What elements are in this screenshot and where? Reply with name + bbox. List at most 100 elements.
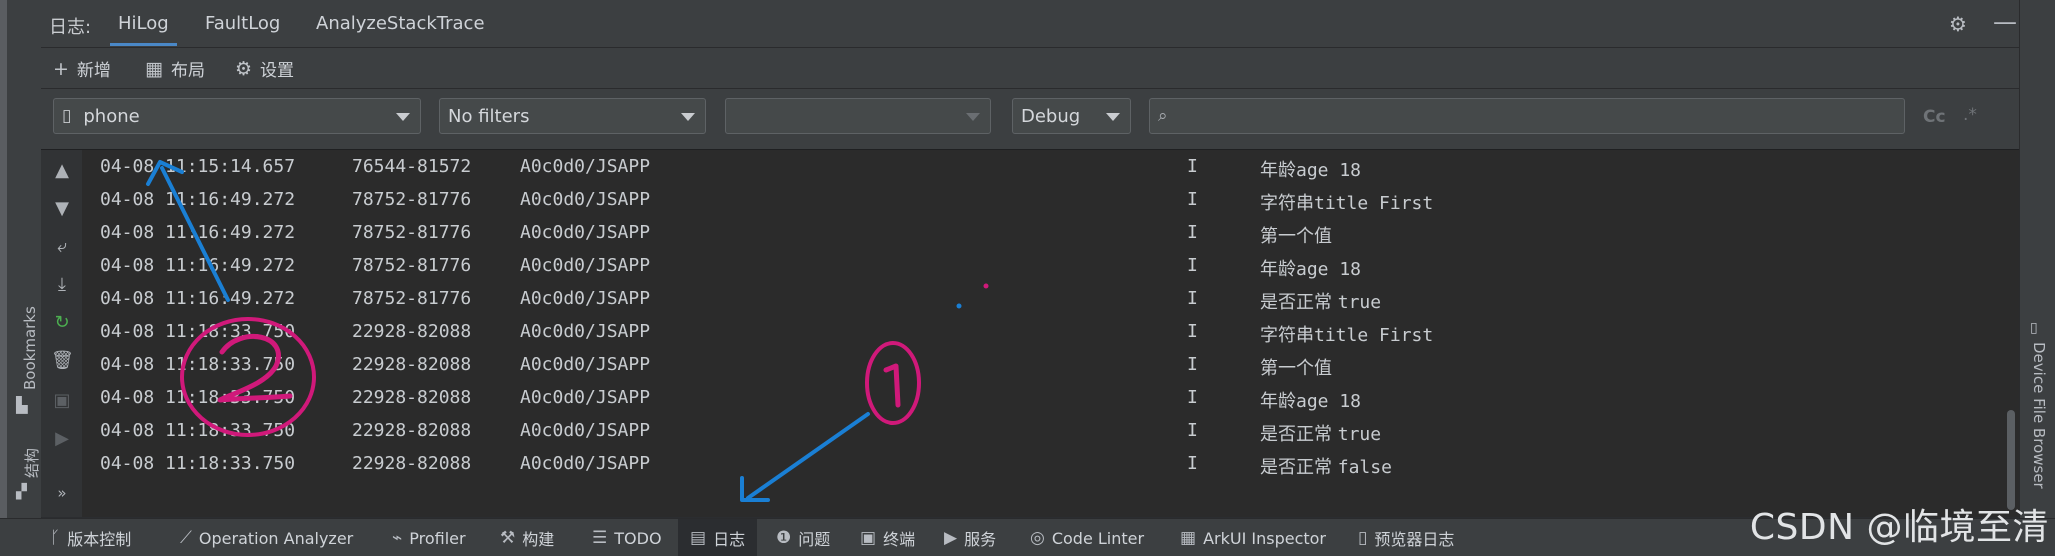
plus-icon: + — [53, 57, 69, 80]
log-line-time: 04-08 11:18:33.750 — [100, 420, 296, 441]
layout-button[interactable]: ▦ 布局 — [145, 56, 205, 82]
hammer-icon: ⚒ — [500, 528, 516, 548]
chevron-down-icon — [681, 113, 695, 121]
log-line-message: 是否正常 false — [1260, 453, 1392, 479]
log-line-time: 04-08 11:18:33.750 — [100, 321, 296, 342]
minimize-icon[interactable]: — — [1993, 8, 2017, 36]
device-icon: ▯ — [2030, 320, 2038, 336]
log-line-message-value: age 18 — [1296, 259, 1362, 280]
tab-analyze-stack-trace[interactable]: AnalyzeStackTrace — [316, 13, 485, 34]
log-line[interactable]: 04-08 11:18:33.750 22928-82088 A0c0d0/JSAP… — [100, 387, 1500, 420]
log-line-tag: A0c0d0/JSAPP — [520, 156, 651, 177]
tab-faultlog[interactable]: FaultLog — [205, 13, 280, 34]
match-case-toggle[interactable]: Cc — [1923, 107, 1946, 127]
log-line-tag: A0c0d0/JSAPP — [520, 387, 651, 408]
log-line-message-value: true — [1337, 424, 1382, 445]
left-side-toolbar: Bookmarks ▙ 结构 ▞ — [7, 0, 42, 518]
log-line-message-text: 年龄 — [1260, 259, 1296, 280]
bottom-tab-7[interactable]: ▣ 终端 — [860, 519, 915, 556]
warning-icon: ❶ — [776, 528, 792, 548]
tab-hilog[interactable]: HiLog — [110, 13, 177, 46]
device-file-browser-toggle[interactable]: Device File Browser — [2030, 342, 2048, 489]
log-line-message-value: title First — [1314, 193, 1434, 214]
regex-toggle[interactable]: .* — [1963, 105, 1977, 125]
settings-button[interactable]: ⚙ 设置 — [235, 56, 294, 82]
log-line-level: I — [1187, 387, 1198, 408]
soft-wrap-icon[interactable]: ⤶ — [51, 236, 73, 257]
bottom-tab-label: 预览器日志 — [1374, 530, 1455, 549]
log-line[interactable]: 04-08 11:15:14.657 76544-81572 A0c0d0/JSAP… — [100, 156, 1500, 189]
log-line-tag: A0c0d0/JSAPP — [520, 420, 651, 441]
record-video-icon[interactable]: ▶ — [51, 428, 73, 449]
bottom-tab-4[interactable]: ☰ TODO — [592, 519, 662, 556]
bottom-tab-label: Profiler — [409, 528, 466, 548]
chevron-down-icon — [1106, 113, 1120, 121]
log-line[interactable]: 04-08 11:16:49.272 78752-81776 A0c0d0/JSAP… — [100, 189, 1500, 222]
add-button[interactable]: + 新增 — [53, 56, 111, 82]
log-line[interactable]: 04-08 11:16:49.272 78752-81776 A0c0d0/JSAP… — [100, 288, 1500, 321]
bottom-tab-10[interactable]: ▦ ArkUI Inspector — [1180, 519, 1326, 556]
log-line-time: 04-08 11:18:33.750 — [100, 453, 296, 474]
log-line-message: 年龄age 18 — [1260, 156, 1361, 182]
log-line-time: 04-08 11:18:33.750 — [100, 354, 296, 375]
log-line-tag: A0c0d0/JSAPP — [520, 321, 651, 342]
device-select[interactable]: ▯ phone — [53, 98, 421, 134]
log-line-message-value: title First — [1314, 325, 1434, 346]
bottom-tab-3[interactable]: ⚒ 构建 — [500, 519, 554, 556]
bottom-tab-9[interactable]: ◎ Code Linter — [1030, 519, 1144, 556]
bottom-tab-2[interactable]: ⌁ Profiler — [392, 519, 466, 556]
bookmarks-panel-toggle[interactable]: Bookmarks — [21, 306, 39, 390]
bottom-tab-label: Operation Analyzer — [198, 528, 354, 548]
bottom-tab-11[interactable]: ▯ 预览器日志 — [1358, 519, 1454, 556]
scroll-down-icon[interactable]: ▼ — [51, 198, 73, 219]
trash-icon[interactable]: 🗑 — [51, 350, 74, 371]
bottom-tab-label: 构建 — [522, 530, 555, 549]
log-line[interactable]: 04-08 11:18:33.750 22928-82088 A0c0d0/JSAP… — [100, 321, 1500, 354]
more-icon[interactable]: » — [51, 484, 73, 502]
structure-panel-toggle[interactable]: 结构 — [21, 448, 42, 478]
doc-icon: ▯ — [1358, 528, 1368, 548]
watermark: CSDN @临境至清 — [1749, 507, 2049, 548]
log-scrollbar[interactable] — [2007, 410, 2015, 510]
log-line-message-text: 年龄 — [1260, 160, 1296, 181]
log-line-message-value: true — [1337, 292, 1382, 313]
bottom-tab-0[interactable]: ᚴ 版本控制 — [50, 519, 131, 556]
log-line[interactable]: 04-08 11:18:33.750 22928-82088 A0c0d0/JSAP… — [100, 420, 1500, 453]
bottom-tab-5[interactable]: ▤ 日志 — [678, 519, 758, 556]
log-level-select[interactable]: Debug — [1012, 98, 1131, 134]
scroll-up-icon[interactable]: ▲ — [51, 160, 73, 181]
branch-icon: ᚴ — [50, 528, 61, 548]
filter-select[interactable]: No filters — [439, 98, 706, 134]
log-search-input[interactable]: ⌕ — [1149, 98, 1905, 134]
log-output[interactable]: 04-08 11:15:14.657 76544-81572 A0c0d0/JSAP… — [82, 150, 2019, 517]
log-line-time: 04-08 11:16:49.272 — [100, 255, 296, 276]
chart-line-icon: ⟋ — [180, 528, 192, 548]
layout-grid-icon: ▦ — [145, 57, 163, 80]
log-line-message-text: 是否正常 — [1260, 292, 1338, 313]
log-line-level: I — [1187, 321, 1198, 342]
bottom-tab-8[interactable]: ▶ 服务 — [944, 519, 996, 556]
gear-icon[interactable]: ⚙ — [1949, 12, 1967, 36]
device-select-value: phone — [83, 105, 140, 127]
process-select[interactable] — [725, 98, 991, 134]
restart-icon[interactable]: ↻ — [51, 312, 73, 333]
bottom-tab-1[interactable]: ⟋ Operation Analyzer — [180, 519, 353, 556]
log-line-message-text: 是否正常 — [1260, 424, 1338, 445]
log-line[interactable]: 04-08 11:18:33.750 22928-82088 A0c0d0/JSAP… — [100, 453, 1500, 486]
scroll-to-end-icon[interactable]: ⤓ — [51, 274, 73, 295]
hilog-tool-window: Bookmarks ▙ 结构 ▞ 日志: HiLog FaultLog Anal… — [0, 0, 2055, 556]
inspector-icon: ▦ — [1180, 528, 1197, 548]
bottom-tab-label: ArkUI Inspector — [1203, 528, 1326, 548]
screenshot-icon[interactable]: ▣ — [51, 390, 73, 411]
log-line-level: I — [1187, 156, 1198, 177]
log-line-message-value: age 18 — [1296, 391, 1362, 412]
log-line[interactable]: 04-08 11:16:49.272 78752-81776 A0c0d0/JSAP… — [100, 222, 1500, 255]
tool-window-tabbar: 日志: HiLog FaultLog AnalyzeStackTrace ⚙ — — [41, 0, 2019, 48]
add-button-label: 新增 — [76, 61, 111, 81]
log-line[interactable]: 04-08 11:18:33.750 22928-82088 A0c0d0/JSAP… — [100, 354, 1500, 387]
log-line-message-value: age 18 — [1296, 160, 1362, 181]
log-line-time: 04-08 11:16:49.272 — [100, 189, 296, 210]
left-edge-stripe — [0, 0, 7, 556]
log-line[interactable]: 04-08 11:16:49.272 78752-81776 A0c0d0/JSAP… — [100, 255, 1500, 288]
bottom-tab-6[interactable]: ❶ 问题 — [776, 519, 830, 556]
